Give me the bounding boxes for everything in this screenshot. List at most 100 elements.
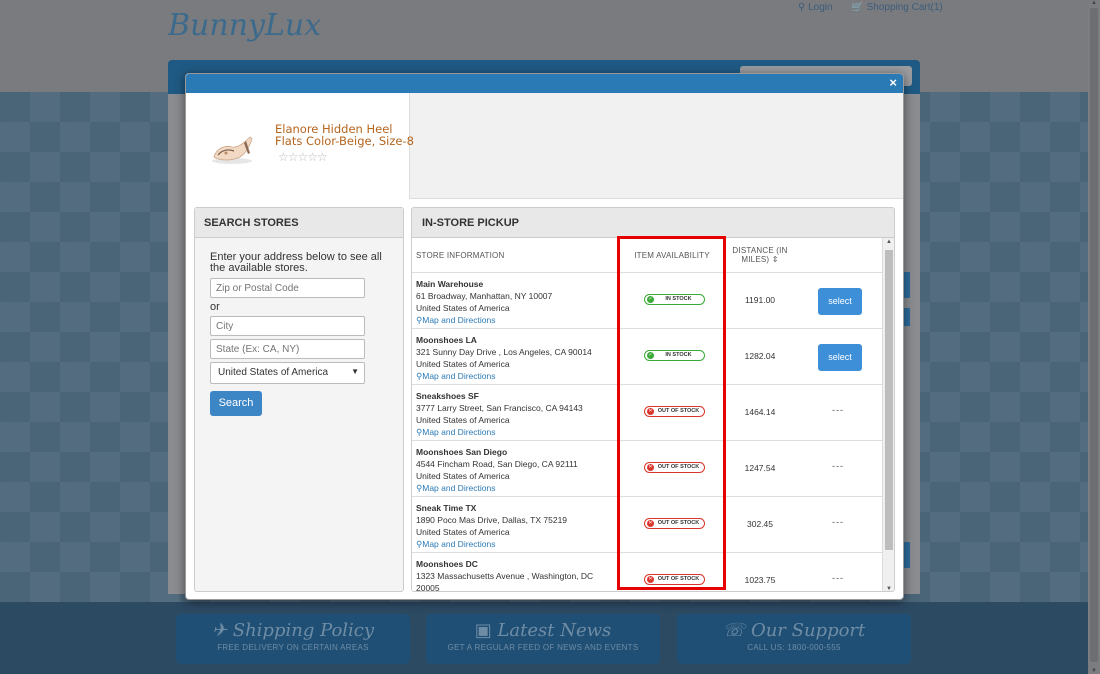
state-input[interactable] (210, 339, 365, 359)
header-item-availability: ITEM AVAILABILITY (634, 251, 710, 260)
scroll-up-icon[interactable]: ▲ (886, 239, 892, 245)
store-info: Moonshoes LA 321 Sunny Day Drive , Los A… (416, 334, 616, 382)
store-name: Moonshoes San Diego (416, 447, 508, 457)
store-name: Sneak Time TX (416, 503, 477, 513)
x-icon: ✕ (647, 576, 654, 583)
footer-our-support[interactable]: ☏ Our Support CALL US: 1800-000-555 (677, 614, 911, 664)
footer-subtitle: FREE DELIVERY ON CERTAIN AREAS (217, 643, 369, 652)
no-action-placeholder: --- (832, 573, 844, 583)
rss-icon: ▣ (474, 620, 492, 641)
table-row: Moonshoes DC 1323 Massachusetts Avenue ,… (412, 553, 882, 592)
store-distance: 302.45 (747, 519, 773, 529)
availability-badge: ✕ OUT OF STOCK (644, 574, 705, 585)
footer-shipping-policy[interactable]: ✈ Shipping Policy FREE DELIVERY ON CERTA… (176, 614, 410, 664)
map-directions-link[interactable]: ⚲Map and Directions (416, 314, 616, 326)
x-icon: ✕ (647, 464, 654, 471)
store-country: United States of America (416, 359, 510, 369)
store-address: 3777 Larry Street, San Francisco, CA 941… (416, 403, 583, 413)
page-scrollbar-thumb[interactable] (1090, 8, 1098, 662)
footer-latest-news[interactable]: ▣ Latest News GET A REGULAR FEED OF NEWS… (426, 614, 660, 664)
footer-title: ✈ Shipping Policy (211, 620, 375, 641)
map-directions-link[interactable]: ⚲Map and Directions (416, 538, 616, 550)
store-name: Moonshoes LA (416, 335, 477, 345)
store-pickup-modal: × Elanore Hidden Heel Flats Color-Beige,… (185, 73, 904, 600)
country-select-value: United States of America (218, 367, 329, 378)
store-distance: 1247.54 (744, 463, 776, 473)
search-stores-panel: SEARCH STORES Enter your address below t… (194, 207, 404, 592)
sort-icon[interactable]: ⇕ (772, 255, 779, 264)
zip-input[interactable] (210, 278, 365, 298)
store-info: Moonshoes DC 1323 Massachusetts Avenue ,… (416, 558, 616, 592)
header-distance[interactable]: DISTANCE (IN MILES) ⇕ (730, 238, 790, 273)
table-row: Sneak Time TX 1890 Poco Mas Drive, Dalla… (412, 497, 882, 553)
select-store-button[interactable]: select (818, 344, 862, 371)
availability-badge: ✕ OUT OF STOCK (644, 462, 705, 473)
store-distance: 1282.04 (744, 351, 776, 361)
x-icon: ✕ (647, 408, 654, 415)
site-logo: BunnyLux (168, 8, 322, 43)
table-body: Main Warehouse 61 Broadway, Manhattan, N… (412, 273, 882, 592)
store-distance: 1023.75 (744, 575, 776, 585)
table-header: STORE INFORMATION ITEM AVAILABILITY DIST… (412, 238, 882, 273)
store-address: 321 Sunny Day Drive , Los Angeles, CA 90… (416, 347, 592, 357)
select-store-button[interactable]: select (818, 288, 862, 315)
login-link[interactable]: ⚲ Login (798, 2, 841, 13)
map-directions-link[interactable]: ⚲Map and Directions (416, 370, 616, 382)
table-scrollbar-thumb[interactable] (885, 250, 893, 550)
plane-icon: ✈ (211, 620, 228, 641)
store-name: Main Warehouse (416, 279, 484, 289)
search-form: Enter your address below to see all the … (195, 238, 403, 416)
availability-badge: ✕ OUT OF STOCK (644, 406, 705, 417)
map-directions-link[interactable]: ⚲Map and Directions (416, 482, 616, 494)
store-info: Sneakshoes SF 3777 Larry Street, San Fra… (416, 390, 616, 438)
store-info: Sneak Time TX 1890 Poco Mas Drive, Dalla… (416, 502, 616, 550)
footer-title: ☏ Our Support (722, 620, 866, 641)
close-icon[interactable]: × (889, 76, 897, 90)
header-store-information: STORE INFORMATION (416, 251, 505, 260)
footer-title: ▣ Latest News (474, 620, 612, 641)
no-action-placeholder: --- (832, 405, 844, 415)
table-row: Main Warehouse 61 Broadway, Manhattan, N… (412, 273, 882, 329)
table-row: Sneakshoes SF 3777 Larry Street, San Fra… (412, 385, 882, 441)
caret-down-icon: ▼ (351, 367, 359, 376)
cart-link[interactable]: 🛒 Shopping Cart(1) (851, 2, 950, 13)
map-directions-link[interactable]: ⚲Map and Directions (416, 426, 616, 438)
availability-badge: ✕ OUT OF STOCK (644, 518, 705, 529)
store-address: 1890 Poco Mas Drive, Dallas, TX 75219 (416, 515, 568, 525)
modal-header: × (186, 74, 903, 93)
footer-subtitle: GET A REGULAR FEED OF NEWS AND EVENTS (447, 643, 639, 652)
store-country: United States of America (416, 303, 510, 313)
city-input[interactable] (210, 316, 365, 336)
header-distance-label: DISTANCE (IN MILES) (732, 246, 788, 264)
store-country: United States of America (416, 471, 510, 481)
product-name[interactable]: Elanore Hidden Heel Flats Color-Beige, S… (275, 123, 415, 147)
scroll-down-icon[interactable]: ▼ (886, 586, 892, 591)
scroll-up-icon[interactable]: ▲ (1091, 0, 1097, 6)
or-label: or (210, 301, 220, 313)
store-country: 20005 (416, 583, 440, 592)
bg-accent (904, 542, 910, 568)
product-summary: Elanore Hidden Heel Flats Color-Beige, S… (186, 93, 903, 199)
product-card: Elanore Hidden Heel Flats Color-Beige, S… (186, 93, 414, 199)
page-scrollbar[interactable]: ▲ ▼ (1088, 0, 1100, 674)
search-button[interactable]: Search (210, 391, 262, 416)
search-intro-text: Enter your address below to see all the … (210, 251, 382, 274)
store-country: United States of America (416, 415, 510, 425)
x-icon: ✕ (647, 520, 654, 527)
country-select[interactable]: United States of America ▼ (210, 362, 365, 384)
phone-icon: ☏ (722, 620, 746, 641)
shoe-image (212, 136, 253, 164)
table-row: Moonshoes San Diego 4544 Fincham Road, S… (412, 441, 882, 497)
check-icon: ✓ (647, 352, 654, 359)
scroll-down-icon[interactable]: ▼ (1091, 668, 1097, 674)
availability-badge: ✓ IN STOCK (644, 350, 705, 361)
bg-accent (904, 272, 910, 298)
store-address: 4544 Fincham Road, San Diego, CA 92111 (416, 459, 578, 469)
store-info: Main Warehouse 61 Broadway, Manhattan, N… (416, 278, 616, 326)
table-scrollbar[interactable]: ▲ ▼ (882, 238, 894, 591)
search-stores-title: SEARCH STORES (195, 208, 403, 238)
bg-accent (904, 308, 910, 326)
in-store-pickup-panel: IN-STORE PICKUP STORE INFORMATION ITEM A… (411, 207, 895, 592)
in-store-pickup-title: IN-STORE PICKUP (412, 208, 894, 238)
store-address: 1323 Massachusetts Avenue , Washington, … (416, 571, 594, 581)
